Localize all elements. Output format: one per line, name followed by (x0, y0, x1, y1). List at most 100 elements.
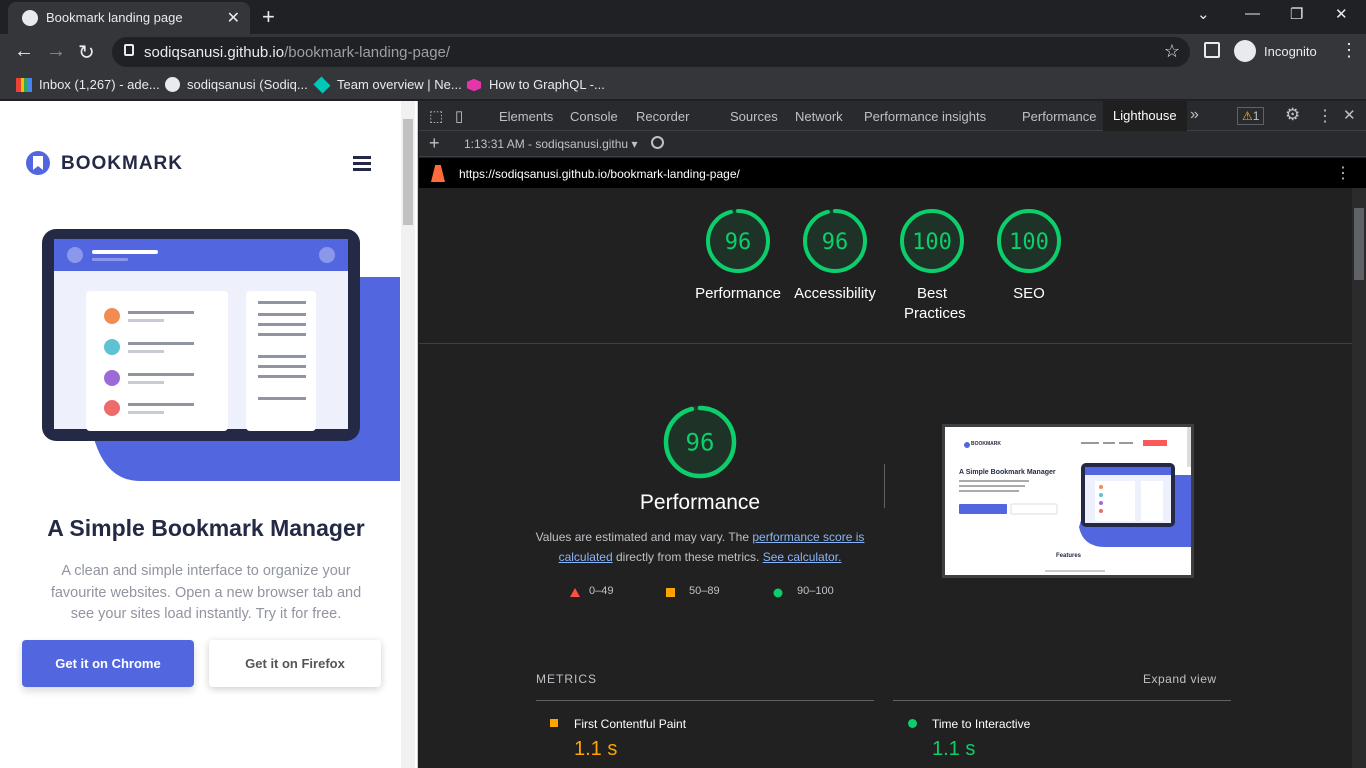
incognito-label: Incognito (1264, 43, 1317, 59)
site-logo-text[interactable]: BOOKMARK (61, 153, 183, 175)
report-selector[interactable]: 1:13:31 AM - sodiqsanusi.githu ▾ (464, 137, 637, 151)
tab-title: Bookmark landing page (46, 10, 183, 25)
screenshot-logo: BOOKMARK (971, 441, 1001, 447)
legend-fail: 0–49 (589, 585, 614, 597)
perf-description: Values are estimated and may vary. The p… (535, 530, 865, 564)
pass-circle-icon (773, 588, 783, 598)
screenshot-features: Features (1056, 553, 1082, 559)
devtools-panel: ⬚ ▯ Elements Console Recorder Sources Ne… (419, 101, 1366, 768)
gauge-score: 96 (822, 230, 849, 255)
forward-arrow-icon[interactable]: → (46, 40, 66, 63)
gauge-label: Accessibility (794, 285, 876, 302)
back-arrow-icon[interactable]: ← (14, 40, 34, 63)
warning-badge[interactable]: ⚠1 (1237, 107, 1265, 125)
gauge-label: Performance (695, 285, 781, 302)
tab-network[interactable]: Network (795, 109, 843, 124)
report-scrollbar[interactable] (1352, 188, 1366, 768)
hero-text: A clean and simple interface to organize… (50, 563, 362, 622)
legend-average: 50–89 (689, 585, 720, 597)
new-tab-button[interactable]: + (262, 4, 275, 30)
title-bar: Bookmark landing page ✕ + ⌄ — ❐ ✕ (0, 0, 1366, 34)
github-icon (165, 77, 180, 92)
report-scrollbar-thumb[interactable] (1354, 208, 1364, 280)
new-report-icon[interactable]: + (429, 133, 440, 154)
bookmark-item[interactable]: How to GraphQL -... (466, 77, 605, 92)
devtools-close-icon[interactable]: ✕ (1343, 106, 1356, 124)
screenshot-title: A Simple Bookmark Manager (959, 469, 1056, 476)
restore-button[interactable]: ❐ (1290, 5, 1303, 23)
netlify-icon (313, 76, 331, 93)
divider (419, 343, 1352, 344)
address-bar[interactable]: sodiqsanusi.github.io/bookmark-landing-p… (112, 37, 1190, 67)
expand-view-toggle[interactable]: Expand view (1143, 672, 1217, 686)
bookmark-item[interactable]: sodiqsanusi (Sodiq... (165, 77, 308, 92)
browser-tab[interactable]: Bookmark landing page ✕ (8, 2, 250, 34)
clear-icon[interactable] (651, 136, 664, 149)
tab-close-icon[interactable]: ✕ (227, 8, 240, 28)
score-gauge[interactable]: 100 (997, 209, 1061, 273)
vertical-divider (884, 464, 885, 508)
reload-icon[interactable]: ↻ (78, 40, 95, 65)
device-toolbar-icon[interactable]: ▯ (455, 107, 463, 125)
metric-name: Time to Interactive (932, 717, 1031, 731)
performance-gauge[interactable]: 96 (663, 405, 737, 479)
hamburger-icon (353, 156, 371, 159)
firefox-button[interactable]: Get it on Firefox (209, 640, 381, 687)
incognito-icon (1234, 40, 1256, 62)
lighthouse-logo-icon (431, 165, 445, 182)
devtools-menu-icon[interactable]: ⋮ (1317, 106, 1333, 126)
metrics-divider (893, 700, 1231, 701)
bookmarks-bar: Inbox (1,267) - ade... sodiqsanusi (Sodi… (0, 70, 1366, 100)
final-screenshot[interactable]: BOOKMARK A Simple Bookmark Manager Featu… (942, 424, 1194, 578)
inspect-icon[interactable]: ⬚ (429, 107, 443, 125)
hero-title: A Simple Bookmark Manager (47, 515, 365, 541)
gauge-label: SEO (1013, 285, 1045, 302)
settings-gear-icon[interactable]: ⚙ (1285, 105, 1300, 125)
warning-icon: ⚠ (1242, 109, 1253, 123)
page-viewport: BOOKMARK A Simple Bookmark Manager A cle… (0, 101, 418, 768)
tab-console[interactable]: Console (570, 109, 618, 124)
tab-performance[interactable]: Performance (1022, 109, 1096, 124)
score-gauge[interactable]: 100 (900, 209, 964, 273)
report-url-bar: https://sodiqsanusi.github.io/bookmark-l… (419, 158, 1366, 188)
devtools-tabbar: ⬚ ▯ Elements Console Recorder Sources Ne… (419, 101, 1366, 131)
chrome-button[interactable]: Get it on Chrome (22, 640, 194, 687)
tab-performance-insights[interactable]: Performance insights (864, 109, 986, 124)
gauge-label: Best Practices (904, 285, 966, 322)
metric-value: 1.1 s (932, 738, 976, 760)
bookmark-item[interactable]: Inbox (1,267) - ade... (16, 77, 160, 92)
metric-name: First Contentful Paint (574, 717, 687, 731)
menu-dots-icon[interactable]: ⋮ (1340, 40, 1358, 61)
bookmark-item[interactable]: Team overview | Ne... (313, 76, 462, 93)
lighthouse-toolbar: + 1:13:31 AM - sodiqsanusi.githu ▾ (419, 131, 1366, 157)
legend-pass: 90–100 (797, 585, 834, 597)
side-panel-icon[interactable] (1204, 42, 1220, 58)
gmail-icon (16, 77, 32, 92)
calculator-link[interactable]: See calculator. (763, 550, 842, 564)
score-gauge[interactable]: 96 (706, 209, 770, 273)
score-gauge[interactable]: 96 (803, 209, 867, 273)
perf-title: Performance (639, 491, 761, 514)
page-scrollbar-thumb[interactable] (403, 119, 413, 225)
bookmark-star-icon[interactable]: ☆ (1164, 41, 1180, 62)
tab-elements[interactable]: Elements (499, 109, 553, 124)
tab-sources[interactable]: Sources (730, 109, 778, 124)
minimize-button[interactable]: — (1245, 5, 1260, 22)
report-menu-icon[interactable]: ⋮ (1335, 163, 1351, 183)
window-close-button[interactable]: ✕ (1335, 5, 1348, 23)
gauge-score: 100 (912, 230, 952, 255)
url-text: sodiqsanusi.github.io/bookmark-landing-p… (144, 44, 451, 61)
more-tabs-icon[interactable]: » (1190, 106, 1199, 124)
metric-average-icon (550, 719, 558, 727)
lock-icon (124, 44, 134, 56)
metric-value: 1.1 s (574, 738, 618, 760)
tab-search-icon[interactable]: ⌄ (1197, 5, 1210, 23)
report-url[interactable]: https://sodiqsanusi.github.io/bookmark-l… (459, 167, 740, 181)
incognito-badge[interactable]: Incognito (1234, 38, 1317, 64)
tab-recorder[interactable]: Recorder (636, 109, 689, 124)
tab-favicon-icon (22, 10, 38, 26)
gauge-score: 100 (1009, 230, 1049, 255)
metrics-heading: METRICS (536, 672, 597, 686)
browser-toolbar: ← → ↻ sodiqsanusi.github.io/bookmark-lan… (0, 34, 1366, 70)
tab-lighthouse[interactable]: Lighthouse (1103, 101, 1187, 131)
